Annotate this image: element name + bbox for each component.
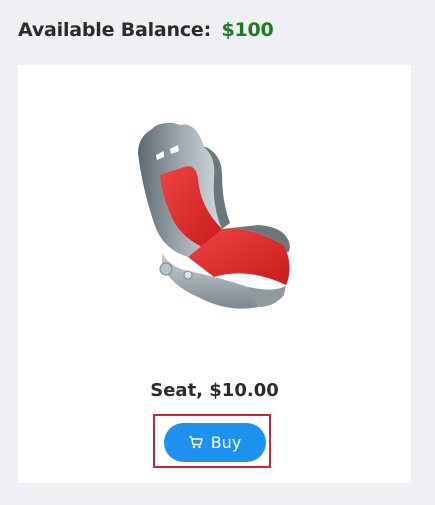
balance-label: Available Balance:: [18, 19, 212, 41]
seat-image: [138, 122, 290, 309]
buy-button[interactable]: Buy: [164, 423, 266, 462]
product-card: Seat, $10.00 Buy: [18, 65, 411, 483]
product-title: Seat, $10.00: [150, 380, 279, 401]
available-balance: Available Balance: $100: [18, 19, 274, 41]
cart-icon: [188, 436, 203, 449]
buy-button-label: Buy: [210, 433, 242, 452]
balance-amount: $100: [221, 19, 274, 41]
